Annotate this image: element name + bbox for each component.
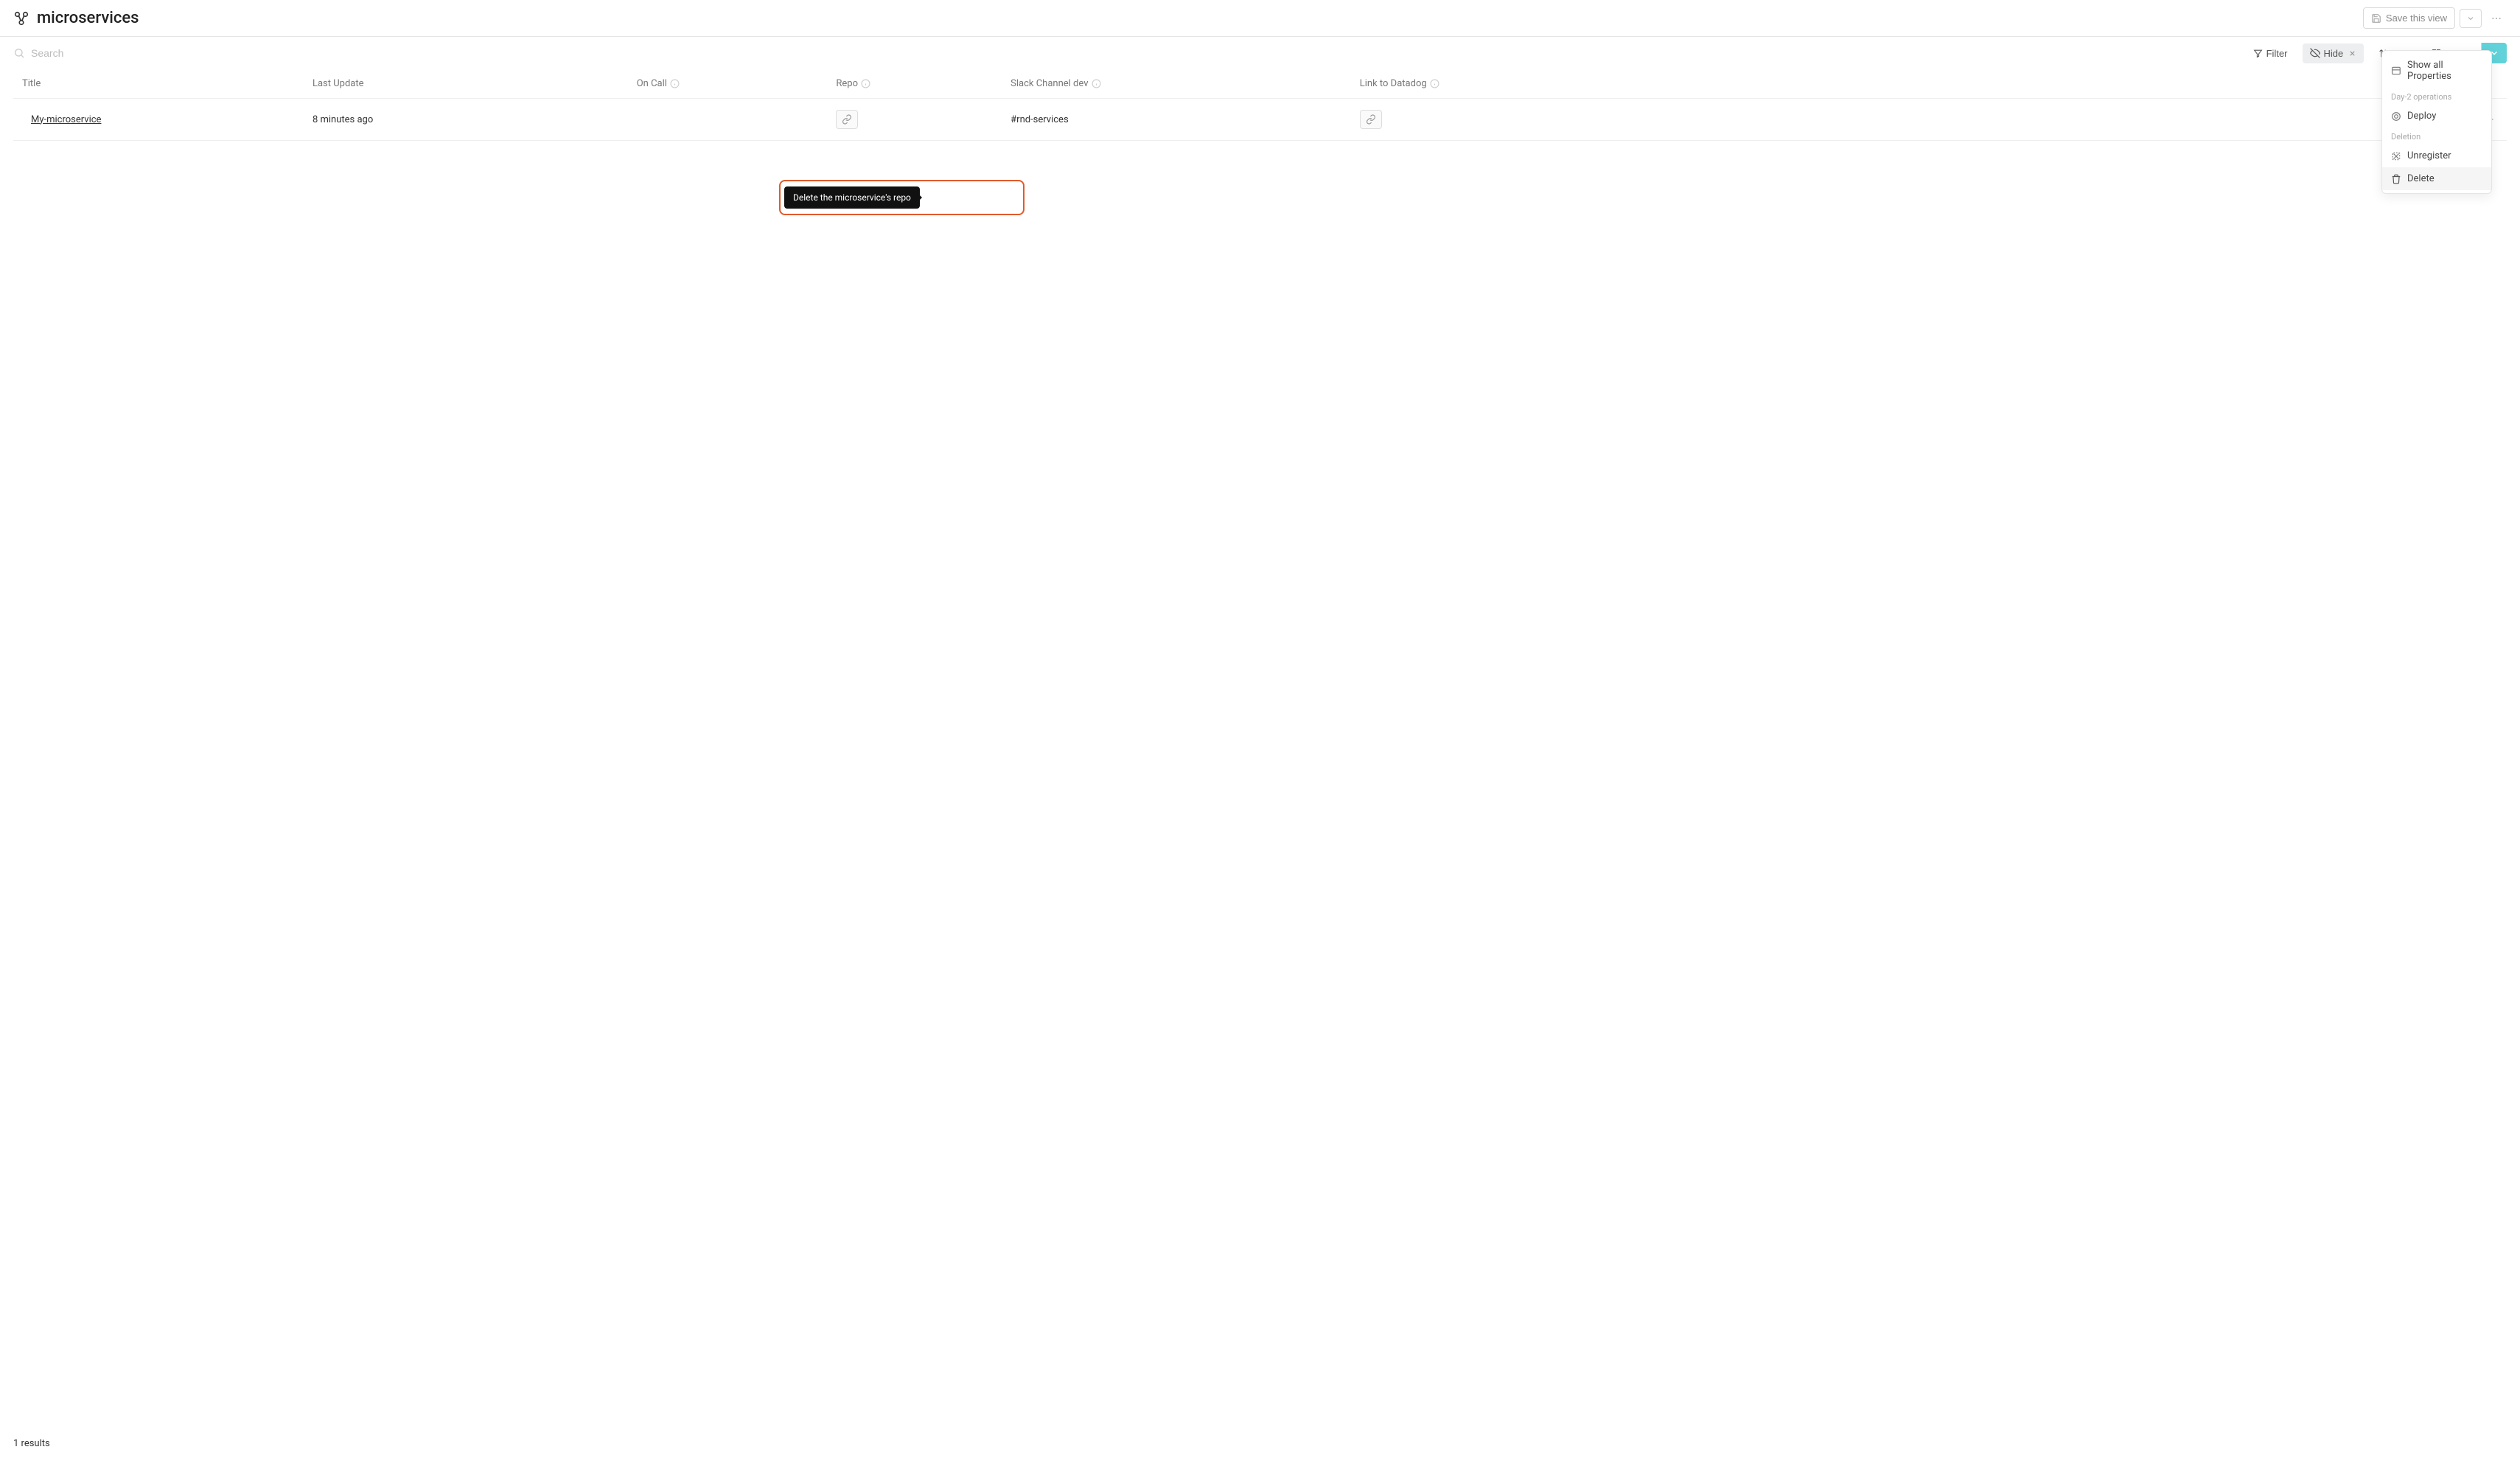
- info-icon: [861, 79, 870, 88]
- col-header-repo[interactable]: Repo: [836, 78, 1011, 89]
- col-header-slack[interactable]: Slack Channel dev: [1011, 78, 1360, 89]
- show-all-properties-item[interactable]: Show all Properties: [2382, 54, 2491, 88]
- col-header-datadog[interactable]: Link to Datadog: [1360, 78, 2357, 89]
- save-view-chevron-button[interactable]: [2460, 9, 2482, 28]
- filter-icon: [2253, 49, 2263, 58]
- save-icon: [2371, 13, 2381, 24]
- table-header-row: Title Last Update On Call Repo Slack Cha…: [13, 69, 2507, 99]
- info-icon: [1092, 79, 1101, 88]
- delete-item[interactable]: Delete: [2382, 167, 2491, 190]
- properties-icon: [2391, 66, 2401, 76]
- deploy-icon: [2391, 111, 2401, 122]
- search-icon: [13, 47, 25, 59]
- hide-button[interactable]: Hide: [2303, 43, 2364, 63]
- table-row[interactable]: My-microservice 8 minutes ago #rnd-servi…: [13, 99, 2507, 141]
- actions-dropdown: Show all Properties Day-2 operations Dep…: [2381, 50, 2492, 194]
- dropdown-section-day2: Day-2 operations: [2382, 88, 2491, 105]
- dropdown-section-deletion: Deletion: [2382, 128, 2491, 144]
- results-count: 1 results: [13, 1438, 50, 1449]
- trash-icon: [2391, 174, 2401, 184]
- col-header-on-call[interactable]: On Call: [637, 78, 837, 89]
- eye-off-icon: [2310, 48, 2320, 58]
- filter-button[interactable]: Filter: [2246, 43, 2295, 63]
- save-view-button[interactable]: Save this view: [2363, 7, 2455, 29]
- page-header: microservices Save this view: [0, 0, 2520, 37]
- repo-link-chip[interactable]: [836, 110, 858, 129]
- unregister-icon: [2391, 151, 2401, 161]
- delete-tooltip: Delete the microservice's repo: [784, 186, 920, 209]
- info-icon: [670, 79, 680, 88]
- close-icon[interactable]: [2348, 49, 2356, 57]
- col-header-title[interactable]: Title: [13, 78, 313, 89]
- col-header-last-update[interactable]: Last Update: [313, 78, 637, 89]
- page-title: microservices: [37, 9, 139, 27]
- header-more-button[interactable]: [2486, 8, 2507, 29]
- unregister-item[interactable]: Unregister: [2382, 144, 2491, 167]
- toolbar: Filter Hide Sort G: [0, 37, 2520, 69]
- datadog-link-chip[interactable]: [1360, 110, 1382, 129]
- data-table: Title Last Update On Call Repo Slack Cha…: [0, 69, 2520, 141]
- row-slack-channel: #rnd-services: [1011, 114, 1360, 125]
- row-title-link[interactable]: My-microservice: [22, 114, 101, 125]
- microservices-icon: [13, 10, 29, 27]
- row-last-update: 8 minutes ago: [313, 114, 637, 125]
- save-view-label: Save this view: [2386, 13, 2447, 24]
- search-input[interactable]: [31, 47, 252, 59]
- deploy-item[interactable]: Deploy: [2382, 105, 2491, 128]
- info-icon: [1430, 79, 1439, 88]
